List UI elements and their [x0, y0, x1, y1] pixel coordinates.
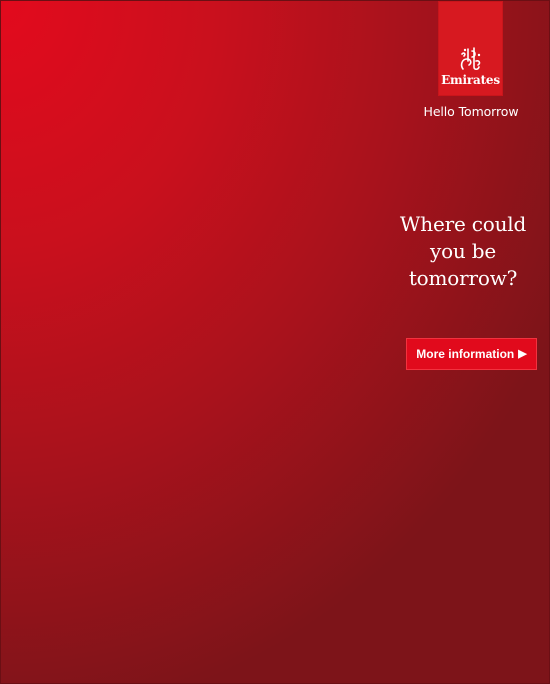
emirates-banner-ad[interactable]: Emirates Hello Tomorrow Where could you … — [0, 0, 550, 684]
logo-wordmark: Emirates — [441, 73, 500, 87]
headline-line-2: you be — [429, 239, 497, 263]
emirates-calligraphy-emblem-icon — [460, 47, 481, 71]
cta-label: More information — [416, 347, 515, 361]
brand-tagline: Hello Tomorrow — [423, 104, 519, 119]
play-arrow-icon: ▶ — [518, 347, 527, 360]
headline-line-1: Where could — [399, 212, 527, 236]
headline-line-3: tomorrow? — [408, 266, 518, 290]
emirates-logo[interactable]: Emirates — [438, 1, 503, 96]
headline: Where could you be tomorrow? — [393, 211, 533, 292]
more-information-button[interactable]: More information ▶ — [406, 338, 537, 370]
